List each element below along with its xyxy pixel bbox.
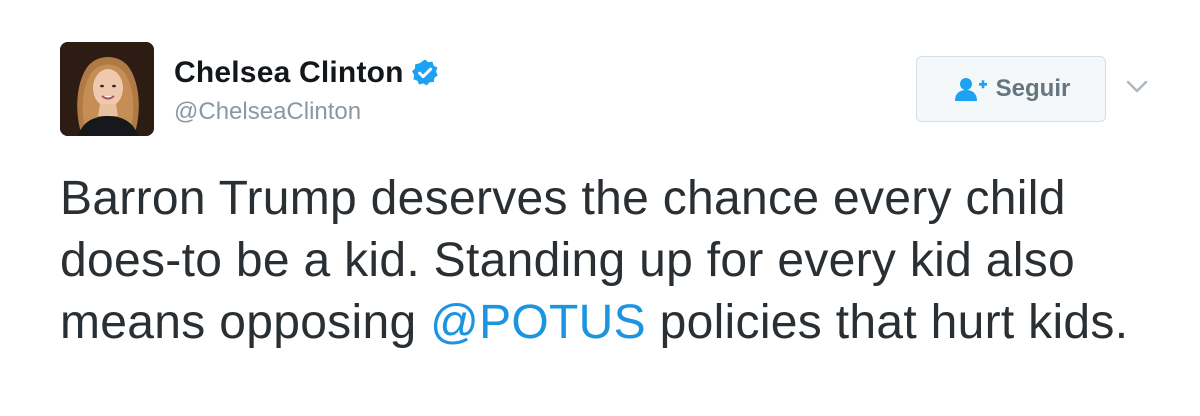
- follow-button-label: Seguir: [995, 75, 1071, 102]
- tweet-text-after: policies that hurt kids.: [645, 296, 1129, 349]
- author-handle[interactable]: @ChelseaClinton: [174, 98, 361, 126]
- avatar[interactable]: [60, 42, 154, 136]
- chevron-down-icon[interactable]: [1124, 78, 1150, 96]
- tweet-card: Chelsea Clinton @ChelseaClinton Seguir B…: [0, 0, 1200, 416]
- follow-button[interactable]: Seguir: [916, 56, 1106, 122]
- mention-link[interactable]: @POTUS: [430, 296, 646, 349]
- author-name-row: Chelsea Clinton: [174, 56, 440, 90]
- tweet-text: Barron Trump deserves the chance every c…: [60, 168, 1170, 354]
- add-user-icon: [952, 75, 988, 103]
- display-name[interactable]: Chelsea Clinton: [174, 56, 404, 90]
- verified-badge-icon: [410, 58, 440, 88]
- avatar-image: [60, 42, 154, 136]
